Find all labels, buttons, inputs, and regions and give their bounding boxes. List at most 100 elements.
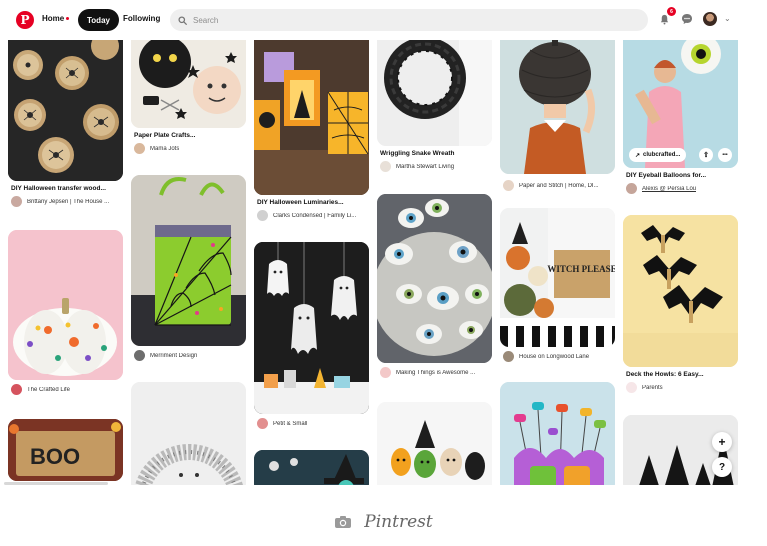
pin-source-name: The Crafted Life bbox=[27, 386, 71, 393]
pin-card[interactable] bbox=[131, 382, 246, 485]
pin-image[interactable]: ↗ clubcrafted... ⇧ ••• bbox=[623, 40, 738, 168]
pin-image[interactable] bbox=[500, 40, 615, 174]
pin-image[interactable] bbox=[254, 242, 369, 414]
pin-image[interactable] bbox=[377, 194, 492, 363]
pin-source[interactable]: Mama Jots bbox=[131, 143, 246, 154]
pin-image[interactable] bbox=[623, 215, 738, 367]
pin-title[interactable]: DIY Halloween Luminaries... bbox=[254, 199, 369, 206]
messages-button[interactable] bbox=[680, 12, 694, 26]
pin-image[interactable] bbox=[254, 40, 369, 195]
pin-card[interactable]: Paper Plate Crafts... Mama Jots bbox=[131, 40, 246, 154]
hanging-ghosts-illustration bbox=[254, 242, 369, 414]
halloween-luminaries-illustration bbox=[254, 40, 369, 195]
chevron-down-icon[interactable]: ⌄ bbox=[724, 14, 731, 23]
pin-source[interactable]: The Crafted Life bbox=[8, 384, 123, 395]
witch-please-text: WITCH PLEASE bbox=[547, 264, 615, 274]
pin-source[interactable]: Clarks Condensed | Family Li... bbox=[254, 210, 369, 221]
pin-card[interactable] bbox=[254, 450, 369, 485]
pin-image[interactable] bbox=[131, 175, 246, 346]
search-icon bbox=[178, 15, 187, 25]
source-avatar bbox=[134, 143, 145, 154]
pin-card[interactable]: Paper and Stitch | Home, DI... bbox=[500, 40, 615, 191]
nav-today-button[interactable]: Today bbox=[78, 9, 119, 31]
boo-text: BOO bbox=[30, 444, 80, 469]
pin-card[interactable]: Deck the Howls: 6 Easy... Parents bbox=[623, 215, 738, 393]
pin-source[interactable]: House on Longwood Lane bbox=[500, 351, 615, 362]
pin-card[interactable]: Merriment Design bbox=[131, 175, 246, 361]
pin-source[interactable]: Parents bbox=[623, 382, 738, 393]
nav-following-link[interactable]: Following bbox=[123, 14, 160, 23]
pin-title[interactable]: Deck the Howls: 6 Easy... bbox=[623, 371, 738, 378]
witch-please-doormat-illustration: WITCH PLEASE bbox=[500, 208, 615, 347]
source-avatar bbox=[257, 418, 268, 429]
pin-source-name: Mama Jots bbox=[150, 145, 180, 152]
pin-image[interactable] bbox=[377, 402, 492, 485]
pin-image[interactable]: WITCH PLEASE bbox=[500, 208, 615, 347]
pin-card[interactable]: WITCH PLEASE House on Longwood Lane bbox=[500, 208, 615, 362]
pin-image[interactable] bbox=[8, 40, 123, 181]
pin-card[interactable]: DIY Halloween Luminaries... Clarks Conde… bbox=[254, 40, 369, 221]
candy-bouquet-illustration bbox=[500, 382, 615, 485]
source-avatar bbox=[626, 183, 637, 194]
silver-wreath-illustration bbox=[131, 382, 246, 485]
pin-card[interactable] bbox=[500, 382, 615, 485]
pin-image[interactable] bbox=[254, 450, 369, 485]
spiderweb-tote-bag-illustration bbox=[131, 175, 246, 346]
share-button[interactable]: ⇧ bbox=[699, 148, 713, 162]
pin-title[interactable]: Wriggling Snake Wreath bbox=[377, 150, 492, 157]
nav-home-label: Home bbox=[42, 14, 65, 23]
pin-card[interactable]: Wriggling Snake Wreath Martha Stewart Li… bbox=[377, 40, 492, 172]
pin-title[interactable]: Paper Plate Crafts... bbox=[131, 132, 246, 139]
source-avatar bbox=[11, 196, 22, 207]
pin-source-name: Making Things is Awesome ... bbox=[396, 369, 476, 376]
search-input[interactable] bbox=[193, 15, 593, 25]
pin-image[interactable] bbox=[131, 40, 246, 128]
logo-letter: P bbox=[20, 13, 30, 27]
nav-home-link[interactable]: Home bbox=[42, 14, 70, 23]
horizontal-scrollbar[interactable] bbox=[4, 482, 108, 485]
pin-source[interactable]: Making Things is Awesome ... bbox=[377, 367, 492, 378]
pin-card[interactable]: ↗ clubcrafted... ⇧ ••• DIY Eyeball Ballo… bbox=[623, 40, 738, 194]
pin-source-name: Petit & Small bbox=[273, 420, 308, 427]
help-button[interactable]: ? bbox=[712, 457, 732, 477]
pin-source[interactable]: Brittany Jepsen | The House ... bbox=[8, 196, 123, 207]
pin-source[interactable]: Alexis @ Persia Lou bbox=[623, 183, 738, 194]
pin-image[interactable] bbox=[377, 40, 492, 146]
pin-card[interactable] bbox=[377, 402, 492, 485]
pin-image[interactable] bbox=[131, 382, 246, 485]
add-pin-button[interactable]: + bbox=[712, 432, 732, 452]
share-icon: ⇧ bbox=[703, 152, 709, 159]
pin-card[interactable]: Petit & Small bbox=[254, 242, 369, 429]
search-bar[interactable] bbox=[170, 9, 648, 31]
pin-card[interactable]: The Crafted Life bbox=[8, 230, 123, 395]
source-avatar bbox=[380, 161, 391, 172]
profile-avatar[interactable] bbox=[703, 12, 717, 26]
plus-icon: + bbox=[718, 435, 726, 449]
painted-spoons-illustration bbox=[377, 402, 492, 485]
pin-source-name: Paper and Stitch | Home, DI... bbox=[519, 182, 599, 189]
pin-source[interactable]: Paper and Stitch | Home, DI... bbox=[500, 180, 615, 191]
pin-image[interactable] bbox=[500, 382, 615, 485]
pin-title[interactable]: DIY Halloween transfer wood... bbox=[8, 185, 123, 192]
pin-source[interactable]: Martha Stewart Living bbox=[377, 161, 492, 172]
pin-card[interactable]: Making Things is Awesome ... bbox=[377, 194, 492, 378]
more-options-button[interactable]: ••• bbox=[718, 148, 732, 162]
pin-title[interactable]: DIY Eyeball Balloons for... bbox=[623, 172, 738, 179]
source-avatar bbox=[257, 210, 268, 221]
pin-image[interactable]: BOO bbox=[8, 419, 123, 481]
pin-card[interactable]: BOO bbox=[8, 419, 123, 481]
source-link-chip[interactable]: ↗ clubcrafted... bbox=[629, 148, 687, 162]
caption-text: Pintrest bbox=[364, 512, 433, 532]
pin-source-name: Brittany Jepsen | The House ... bbox=[27, 198, 110, 205]
image-caption: Pintrest bbox=[0, 512, 767, 532]
pin-source-name: House on Longwood Lane bbox=[519, 353, 590, 360]
pin-source[interactable]: Merriment Design bbox=[131, 350, 246, 361]
notifications-button[interactable]: 6 bbox=[657, 7, 676, 26]
source-avatar bbox=[626, 382, 637, 393]
pin-image[interactable] bbox=[8, 230, 123, 380]
pin-card[interactable]: DIY Halloween transfer wood... Brittany … bbox=[8, 40, 123, 207]
pin-source[interactable]: Petit & Small bbox=[254, 418, 369, 429]
pin-source-name: Clarks Condensed | Family Li... bbox=[273, 212, 357, 219]
pinterest-logo-icon[interactable]: P bbox=[16, 11, 34, 29]
nav-today-label: Today bbox=[87, 15, 110, 25]
